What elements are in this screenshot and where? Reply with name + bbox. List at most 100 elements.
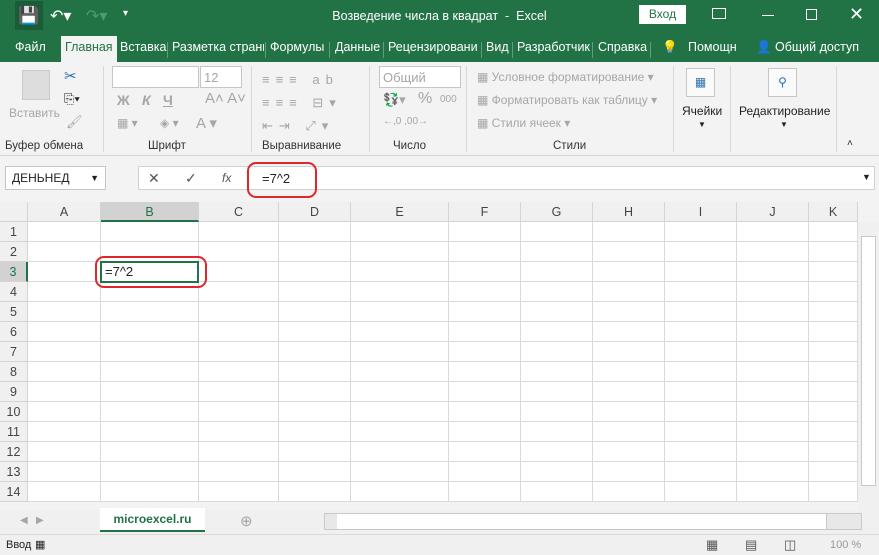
column-header-C[interactable]: C — [199, 202, 279, 222]
cell-H5[interactable] — [593, 302, 665, 322]
cells-button[interactable]: Ячейки — [682, 104, 722, 118]
cell-G11[interactable] — [521, 422, 593, 442]
format-as-table-button[interactable]: ▦ Форматировать как таблицу ▾ — [477, 93, 657, 107]
row-header-10[interactable]: 10 — [0, 402, 28, 422]
macro-record-icon[interactable]: ▦ — [35, 538, 45, 551]
tab-developer[interactable]: Разработчик — [517, 40, 590, 54]
cell-K5[interactable] — [809, 302, 858, 322]
cells-icon[interactable]: ▦ — [686, 68, 715, 97]
name-box[interactable]: ДЕНЬНЕД ▼ — [5, 166, 106, 190]
cell-H7[interactable] — [593, 342, 665, 362]
cell-E11[interactable] — [351, 422, 449, 442]
cell-J3[interactable] — [737, 262, 809, 282]
cell-J13[interactable] — [737, 462, 809, 482]
row-header-8[interactable]: 8 — [0, 362, 28, 382]
cell-G5[interactable] — [521, 302, 593, 322]
font-size-select[interactable]: 12 — [200, 66, 242, 88]
column-header-A[interactable]: A — [28, 202, 101, 222]
cell-I2[interactable] — [665, 242, 737, 262]
cell-I4[interactable] — [665, 282, 737, 302]
cell-A10[interactable] — [28, 402, 101, 422]
cells-dropdown-icon[interactable]: ▼ — [698, 120, 706, 129]
cell-G2[interactable] — [521, 242, 593, 262]
currency-icon[interactable]: 💱▾ — [383, 92, 406, 108]
cell-E13[interactable] — [351, 462, 449, 482]
tab-formulas[interactable]: Формулы — [270, 40, 324, 54]
column-header-E[interactable]: E — [351, 202, 449, 222]
cell-F13[interactable] — [449, 462, 521, 482]
row-header-5[interactable]: 5 — [0, 302, 28, 322]
cell-I9[interactable] — [665, 382, 737, 402]
italic-button[interactable]: К — [142, 92, 151, 108]
cell-H3[interactable] — [593, 262, 665, 282]
cell-D14[interactable] — [279, 482, 351, 502]
row-header-11[interactable]: 11 — [0, 422, 28, 442]
cell-A5[interactable] — [28, 302, 101, 322]
cell-D1[interactable] — [279, 222, 351, 242]
format-painter-icon[interactable]: 🖌 — [66, 114, 83, 130]
select-all-button[interactable] — [0, 202, 28, 222]
cell-D10[interactable] — [279, 402, 351, 422]
cell-F8[interactable] — [449, 362, 521, 382]
cell-C8[interactable] — [199, 362, 279, 382]
tab-help[interactable]: Справка — [598, 40, 647, 54]
column-header-D[interactable]: D — [279, 202, 351, 222]
cell-B10[interactable] — [101, 402, 199, 422]
tab-insert[interactable]: Вставка — [120, 40, 166, 54]
cell-B14[interactable] — [101, 482, 199, 502]
percent-button[interactable]: % — [418, 90, 432, 108]
row-header-14[interactable]: 14 — [0, 482, 28, 502]
collapse-ribbon-icon[interactable]: ˄ — [847, 138, 853, 149]
row-header-1[interactable]: 1 — [0, 222, 28, 242]
thousands-button[interactable]: 000 — [440, 94, 457, 105]
cell-F7[interactable] — [449, 342, 521, 362]
find-icon[interactable]: ⚲ — [768, 68, 797, 97]
share-button[interactable]: Общий доступ — [775, 40, 859, 54]
cell-A11[interactable] — [28, 422, 101, 442]
cell-K14[interactable] — [809, 482, 858, 502]
cell-K6[interactable] — [809, 322, 858, 342]
row-header-4[interactable]: 4 — [0, 282, 28, 302]
cell-styles-button[interactable]: ▦ Стили ячеек ▾ — [477, 116, 570, 130]
cell-C1[interactable] — [199, 222, 279, 242]
cell-K3[interactable] — [809, 262, 858, 282]
close-icon[interactable]: ✕ — [849, 4, 864, 25]
cell-B8[interactable] — [101, 362, 199, 382]
editing-button[interactable]: Редактирование — [739, 104, 830, 118]
cell-A2[interactable] — [28, 242, 101, 262]
cell-H10[interactable] — [593, 402, 665, 422]
cell-J14[interactable] — [737, 482, 809, 502]
cell-D9[interactable] — [279, 382, 351, 402]
cell-F6[interactable] — [449, 322, 521, 342]
cell-K7[interactable] — [809, 342, 858, 362]
cell-F5[interactable] — [449, 302, 521, 322]
column-header-G[interactable]: G — [521, 202, 593, 222]
font-name-select[interactable] — [112, 66, 199, 88]
row-header-13[interactable]: 13 — [0, 462, 28, 482]
column-header-J[interactable]: J — [737, 202, 809, 222]
cell-H8[interactable] — [593, 362, 665, 382]
cell-E5[interactable] — [351, 302, 449, 322]
column-header-B[interactable]: B — [101, 202, 199, 222]
cell-B7[interactable] — [101, 342, 199, 362]
maximize-icon[interactable] — [806, 9, 817, 20]
cell-G3[interactable] — [521, 262, 593, 282]
cell-C14[interactable] — [199, 482, 279, 502]
scroll-thumb[interactable] — [337, 514, 827, 529]
cell-A14[interactable] — [28, 482, 101, 502]
row-header-6[interactable]: 6 — [0, 322, 28, 342]
cell-I13[interactable] — [665, 462, 737, 482]
cell-J5[interactable] — [737, 302, 809, 322]
cell-G9[interactable] — [521, 382, 593, 402]
cell-G4[interactable] — [521, 282, 593, 302]
cell-B5[interactable] — [101, 302, 199, 322]
cell-D5[interactable] — [279, 302, 351, 322]
cell-K13[interactable] — [809, 462, 858, 482]
cell-H11[interactable] — [593, 422, 665, 442]
cell-J1[interactable] — [737, 222, 809, 242]
cell-H1[interactable] — [593, 222, 665, 242]
cell-K8[interactable] — [809, 362, 858, 382]
cell-E8[interactable] — [351, 362, 449, 382]
cell-B11[interactable] — [101, 422, 199, 442]
column-header-I[interactable]: I — [665, 202, 737, 222]
